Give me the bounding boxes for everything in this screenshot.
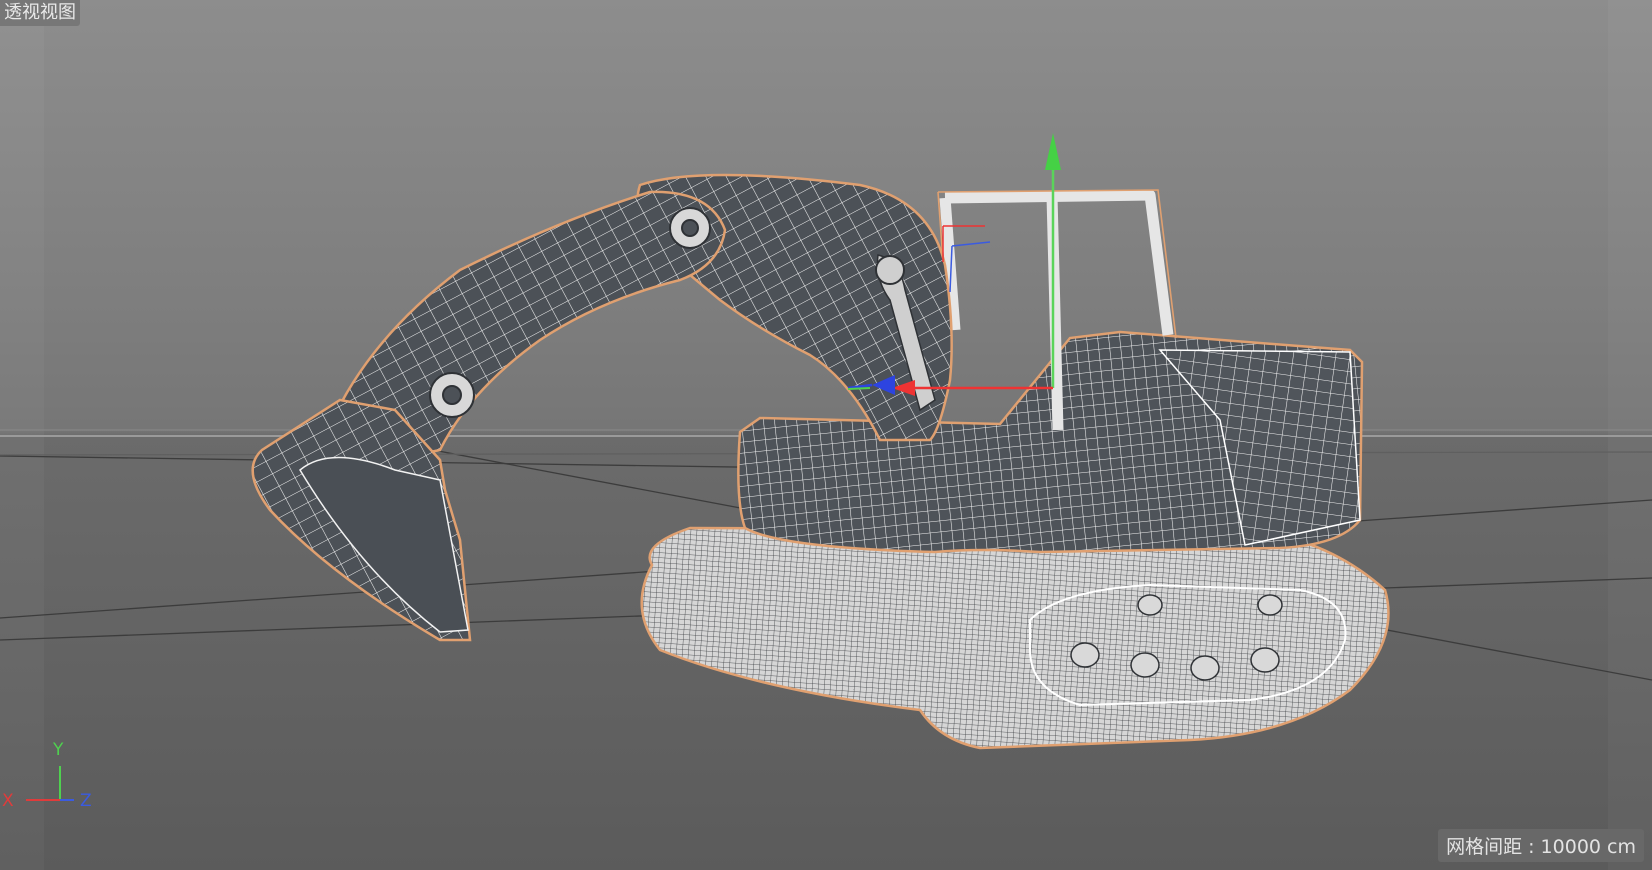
- axis-y-label: Y: [52, 740, 64, 760]
- axis-z-label: Z: [80, 791, 92, 811]
- excavator-model[interactable]: [251, 173, 1390, 750]
- y-axis-arrow-handle: [1045, 133, 1061, 170]
- perspective-viewport[interactable]: Y X Z 透视视图 网格间距 : 10000 cm: [0, 0, 1652, 870]
- scene-canvas[interactable]: Y X Z: [0, 0, 1652, 870]
- viewport-title[interactable]: 透视视图: [0, 0, 80, 26]
- world-axis-indicator: Y X Z: [2, 740, 92, 811]
- axis-x-label: X: [2, 791, 14, 811]
- grid-spacing-readout: 网格间距 : 10000 cm: [1438, 829, 1644, 862]
